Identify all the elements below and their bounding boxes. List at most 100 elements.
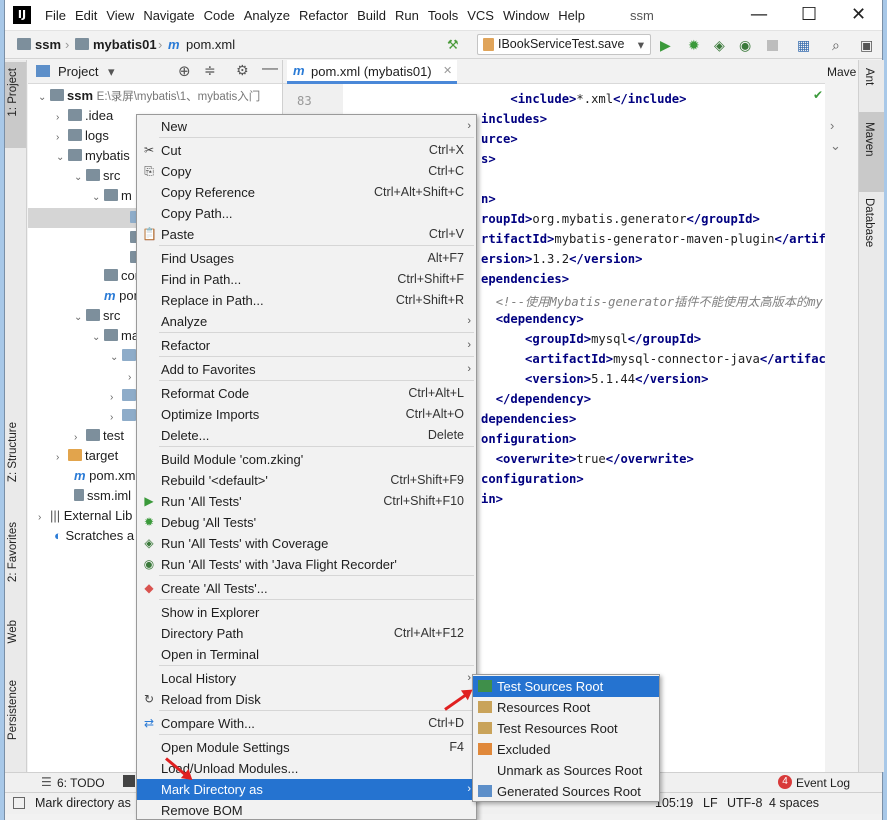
tree-node-test[interactable]: › test (74, 428, 124, 443)
tab-persistence[interactable]: Persistence (7, 680, 19, 740)
debug-icon[interactable]: ✹ (688, 37, 704, 53)
context-menu-item[interactable]: Copy Path... (137, 203, 476, 224)
context-menu-item[interactable]: New › (137, 116, 476, 137)
close-tab-icon[interactable]: ✕ (443, 64, 452, 77)
indent-setting[interactable]: 4 spaces (769, 796, 819, 810)
tree-node-scratches[interactable]: ◐ Scratches a (54, 528, 134, 543)
minimize-icon[interactable]: — (750, 4, 768, 25)
menu-help[interactable]: Help (558, 8, 585, 23)
menu-build[interactable]: Build (357, 8, 386, 23)
context-menu-item[interactable]: Delete... Delete (137, 425, 476, 446)
context-menu-item[interactable]: Analyze › (137, 311, 476, 332)
build-hammer-icon[interactable]: ⚒ (447, 37, 459, 53)
context-menu-item[interactable]: Reformat Code Ctrl+Alt+L (137, 383, 476, 404)
context-menu-item[interactable]: ◆ Create 'All Tests'... (137, 578, 476, 599)
tab-favorites[interactable]: 2: Favorites (7, 522, 19, 582)
submenu-item[interactable]: Excluded (473, 739, 659, 760)
tree-node-logs[interactable]: › logs (56, 128, 109, 143)
submenu-item[interactable]: Test Resources Root (473, 718, 659, 739)
chevron-right-icon[interactable]: › (830, 118, 834, 133)
context-menu-item[interactable]: Build Module 'com.zking' (137, 449, 476, 470)
run-coverage-icon[interactable]: ◈ (714, 37, 730, 53)
tree-node-idea[interactable]: › .idea (56, 108, 113, 123)
breadcrumb-mybatis01[interactable]: mybatis01 (93, 37, 157, 52)
tab-todo[interactable]: 6: TODO (57, 776, 105, 790)
tab-project[interactable]: 1: Project (7, 68, 19, 117)
menu-file[interactable]: File (45, 8, 66, 23)
menu-vcs[interactable]: VCS (467, 8, 494, 23)
tab-web[interactable]: Web (7, 620, 19, 643)
menu-refactor[interactable]: Refactor (299, 8, 348, 23)
context-menu-item[interactable]: ↻ Reload from Disk (137, 689, 476, 710)
menu-code[interactable]: Code (204, 8, 235, 23)
context-menu-item[interactable]: Replace in Path... Ctrl+Shift+R (137, 290, 476, 311)
context-menu-item[interactable]: Rebuild '<default>' Ctrl+Shift+F9 (137, 470, 476, 491)
context-menu-item[interactable]: ⇄ Compare With... Ctrl+D (137, 713, 476, 734)
submenu-item[interactable]: Unmark as Sources Root (473, 760, 659, 781)
menu-tools[interactable]: Tools (428, 8, 458, 23)
context-menu-item[interactable]: Show in Explorer (137, 602, 476, 623)
context-menu-item[interactable]: ✂ Cut Ctrl+X (137, 140, 476, 161)
context-menu-item[interactable]: ⎘ Copy Ctrl+C (137, 161, 476, 182)
file-encoding[interactable]: UTF-8 (727, 796, 762, 810)
locate-icon[interactable]: ⊕ (178, 62, 191, 80)
tree-node-external-libraries[interactable]: › ||| External Lib (38, 508, 132, 523)
tree-node-ssm[interactable]: ⌄ ssm E:\录屏\mybatis\1、mybatis入门 (38, 88, 260, 104)
context-menu-item[interactable]: Copy Reference Ctrl+Alt+Shift+C (137, 182, 476, 203)
line-separator[interactable]: LF (703, 796, 718, 810)
context-menu-item[interactable]: Refactor › (137, 335, 476, 356)
preview-icon[interactable]: ▣ (860, 37, 876, 53)
hide-icon[interactable]: — (262, 60, 278, 78)
tree-node-ssm-iml[interactable]: ssm.iml (74, 488, 131, 503)
menu-edit[interactable]: Edit (75, 8, 97, 23)
menu-run[interactable]: Run (395, 8, 419, 23)
context-menu-item[interactable]: Find Usages Alt+F7 (137, 248, 476, 269)
caret-position[interactable]: 105:19 (655, 796, 693, 810)
run-configuration-dropdown[interactable]: IBookServiceTest.save ▾ (477, 34, 651, 55)
tab-database[interactable]: Database (863, 198, 875, 247)
search-everywhere-icon[interactable]: ⌕ (832, 37, 848, 53)
menu-view[interactable]: View (106, 8, 134, 23)
context-menu-item[interactable]: Remove BOM (137, 800, 476, 820)
close-icon[interactable]: ✕ (851, 4, 866, 25)
submenu-item[interactable]: Generated Sources Root (473, 781, 659, 802)
tree-node-target[interactable]: › target (56, 448, 118, 463)
context-menu-item[interactable]: Find in Path... Ctrl+Shift+F (137, 269, 476, 290)
menu-window[interactable]: Window (503, 8, 549, 23)
submenu-item[interactable]: Resources Root (473, 697, 659, 718)
collapse-icon[interactable]: ≑ (204, 62, 216, 79)
project-structure-icon[interactable]: ▦ (797, 37, 813, 53)
menu-navigate[interactable]: Navigate (143, 8, 194, 23)
context-menu-item[interactable]: ✹ Debug 'All Tests' (137, 512, 476, 533)
tree-node-src2[interactable]: ⌄ src (74, 308, 120, 323)
context-menu-item[interactable]: Directory Path Ctrl+Alt+F12 (137, 623, 476, 644)
status-toggle-icon[interactable] (13, 797, 25, 809)
gear-icon[interactable]: ⚙ (236, 62, 249, 79)
tab-ant[interactable]: Ant (863, 68, 875, 85)
breadcrumb-ssm[interactable]: ssm (35, 37, 61, 52)
context-menu-item[interactable]: Optimize Imports Ctrl+Alt+O (137, 404, 476, 425)
context-menu-item[interactable]: ▶ Run 'All Tests' Ctrl+Shift+F10 (137, 491, 476, 512)
tab-structure[interactable]: Z: Structure (7, 422, 19, 482)
maximize-icon[interactable]: ☐ (801, 4, 817, 25)
chevron-down-icon[interactable]: ▾ (108, 64, 115, 80)
context-menu-item[interactable]: ◉ Run 'All Tests' with 'Java Flight Recor… (137, 554, 476, 575)
context-menu-item[interactable]: Add to Favorites › (137, 359, 476, 380)
tree-node-src[interactable]: ⌄ src (74, 168, 120, 183)
context-menu-item[interactable]: 📋 Paste Ctrl+V (137, 224, 476, 245)
tab-event-log[interactable]: Event Log (796, 776, 850, 790)
menu-analyze[interactable]: Analyze (244, 8, 290, 23)
terminal-icon[interactable] (123, 775, 135, 787)
context-menu-item[interactable]: ◈ Run 'All Tests' with Coverage (137, 533, 476, 554)
project-view-selector[interactable]: Project (58, 64, 98, 79)
tab-maven[interactable]: Maven (863, 122, 875, 157)
tree-node-main[interactable]: ⌄ m (92, 188, 132, 203)
tree-node-mybatis[interactable]: ⌄ mybatis (56, 148, 130, 163)
profile-icon[interactable]: ◉ (739, 37, 755, 53)
chevron-down-icon[interactable]: ⌄ (830, 138, 841, 154)
run-icon[interactable]: ▶ (660, 37, 676, 53)
breadcrumb-pom[interactable]: pom.xml (186, 37, 235, 52)
context-menu-item[interactable]: Local History › (137, 668, 476, 689)
editor-tab-pom[interactable]: m pom.xml (mybatis01) ✕ (287, 60, 457, 84)
context-menu-item[interactable]: Open in Terminal (137, 644, 476, 665)
